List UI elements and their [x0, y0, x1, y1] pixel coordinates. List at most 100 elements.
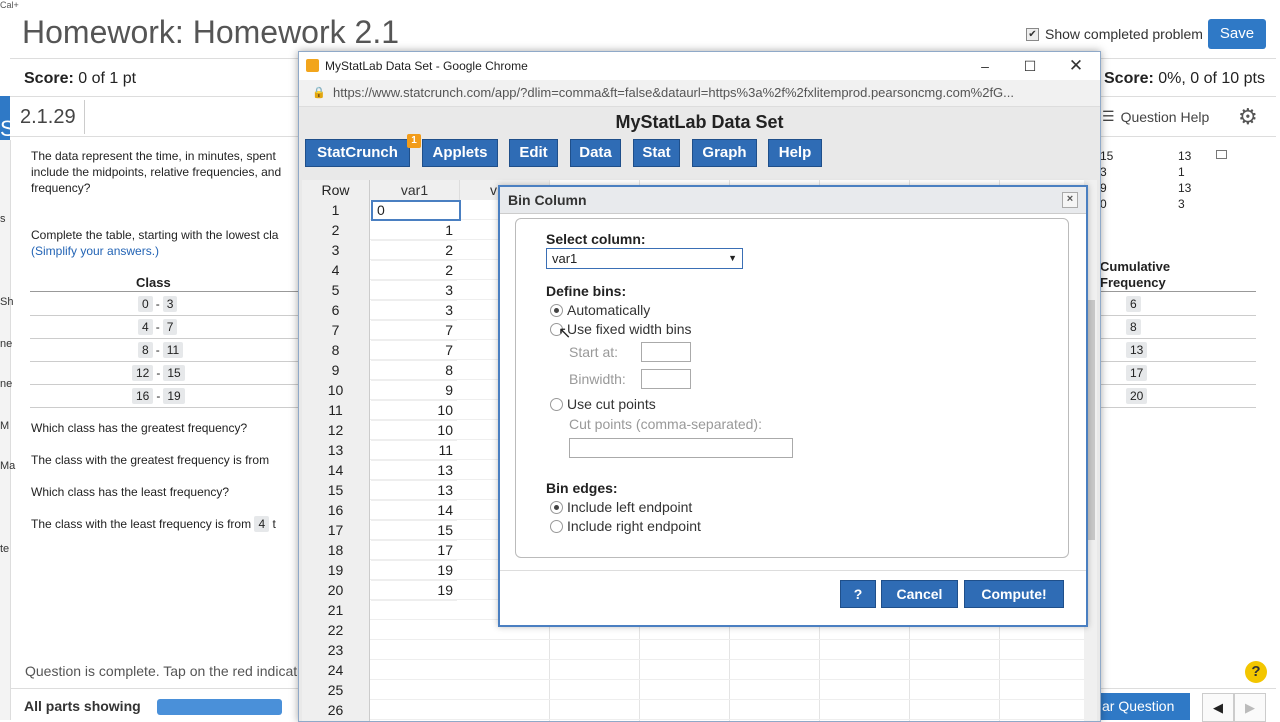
show-completed-label: Show completed problem: [1045, 26, 1203, 42]
class-high: 15: [163, 365, 185, 381]
table-row: 17: [1098, 361, 1256, 385]
row-number: 6: [331, 302, 340, 318]
strip-label: Sh: [0, 296, 14, 308]
class-high: 7: [162, 319, 178, 335]
menu-graph[interactable]: Graph: [692, 139, 757, 167]
row-number: 22: [327, 622, 344, 638]
cumulative-value: 17: [1126, 365, 1148, 381]
data-cell[interactable]: 19: [371, 580, 457, 601]
option-include-left[interactable]: Include left endpoint: [550, 499, 692, 515]
menu-statcrunch[interactable]: StatCrunch 1: [305, 134, 421, 167]
menu-stat[interactable]: Stat: [633, 139, 680, 167]
maximize-icon[interactable]: ☐: [1020, 56, 1040, 76]
score-value: 0%, 0 of 10 pts: [1158, 70, 1265, 87]
window-title: MyStatLab Data Set - Google Chrome: [325, 59, 528, 73]
column-header-var1[interactable]: var1: [370, 180, 460, 200]
grid-line: [370, 639, 1097, 640]
compute-button[interactable]: Compute!: [964, 580, 1064, 608]
homework-title: Homework: Homework 2.1: [22, 14, 399, 50]
data-cell[interactable]: 7: [371, 320, 457, 341]
notification-badge: 1: [407, 134, 421, 148]
option-cut-points[interactable]: Use cut points: [550, 396, 656, 412]
previous-icon[interactable]: ◀: [1202, 693, 1234, 722]
menu-data[interactable]: Data: [570, 139, 621, 167]
column-select[interactable]: var1 ▼: [546, 248, 743, 269]
data-cell[interactable]: 13: [371, 480, 457, 501]
data-cell[interactable]: 3: [371, 280, 457, 301]
data-cell[interactable]: 10: [371, 400, 457, 421]
row-number: 23: [327, 642, 344, 658]
data-cell[interactable]: 10: [371, 420, 457, 441]
table-row: 6: [1098, 292, 1256, 316]
table-row: 12-15: [30, 361, 298, 385]
expand-icon[interactable]: [1216, 150, 1227, 159]
grid-line: [370, 679, 1097, 680]
answer-least: The class with the least frequency is fr…: [31, 516, 276, 532]
data-cell[interactable]: 14: [371, 500, 457, 521]
help-button[interactable]: ?: [840, 580, 876, 608]
data-cell[interactable]: 7: [371, 340, 457, 361]
option-label: Include right endpoint: [567, 518, 701, 534]
grid-line: [370, 659, 1097, 660]
data-cell[interactable]: 0: [371, 200, 461, 221]
data-cell[interactable]: 2: [371, 240, 457, 261]
progress-bar: [157, 699, 282, 715]
show-completed-toggle[interactable]: ✔ Show completed problem: [1026, 26, 1203, 42]
data-cell[interactable]: 15: [371, 520, 457, 541]
option-label: Use cut points: [567, 396, 656, 412]
table-cell: 13: [1178, 149, 1192, 163]
data-cell[interactable]: 2: [371, 260, 457, 281]
table-row: 8: [1098, 315, 1256, 339]
row-number: 13: [327, 442, 344, 458]
select-column-label: Select column:: [546, 231, 646, 247]
binwidth-input[interactable]: [641, 369, 691, 389]
option-automatically[interactable]: Automatically: [550, 302, 650, 318]
question-least: Which class has the least frequency?: [31, 485, 230, 499]
row-number: 25: [327, 682, 344, 698]
save-button[interactable]: Save: [1208, 19, 1266, 49]
close-icon[interactable]: ✕: [1066, 56, 1086, 76]
bin-edges-label: Bin edges:: [546, 480, 618, 496]
menu-edit[interactable]: Edit: [509, 139, 558, 167]
data-cell[interactable]: 11: [371, 440, 457, 461]
address-bar[interactable]: 🔒 https://www.statcrunch.com/app/?dlim=c…: [299, 80, 1100, 107]
row-number: 24: [327, 662, 344, 678]
menu-help[interactable]: Help: [768, 139, 822, 167]
data-cell[interactable]: 3: [371, 300, 457, 321]
minimize-icon[interactable]: –: [975, 56, 995, 76]
cut-points-input[interactable]: [569, 438, 793, 458]
data-cell[interactable]: 13: [371, 460, 457, 481]
checkbox-icon[interactable]: ✔: [1026, 27, 1039, 41]
radio-icon[interactable]: [550, 303, 563, 317]
dialog-titlebar: Bin Column ×: [500, 187, 1086, 214]
option-include-right[interactable]: Include right endpoint: [550, 518, 701, 534]
data-cell[interactable]: 8: [371, 360, 457, 381]
radio-icon[interactable]: [550, 500, 563, 514]
radio-icon[interactable]: [550, 519, 563, 533]
row-number: 12: [327, 422, 344, 438]
data-cell[interactable]: 9: [371, 380, 457, 401]
start-at-input[interactable]: [641, 342, 691, 362]
menu-label: StatCrunch: [317, 144, 398, 161]
help-icon[interactable]: ?: [1245, 661, 1267, 683]
strip-label: te: [0, 543, 10, 555]
question-line: The data represent the time, in minutes,…: [31, 149, 276, 163]
radio-icon[interactable]: [550, 397, 563, 411]
close-icon[interactable]: ×: [1062, 192, 1078, 208]
strip-label: Ma: [0, 460, 16, 472]
clear-question-button[interactable]: ar Question: [1098, 693, 1190, 720]
next-icon[interactable]: ▶: [1234, 693, 1266, 722]
data-cell[interactable]: 1: [371, 220, 457, 241]
data-cell[interactable]: 19: [371, 560, 457, 581]
row-number: 17: [327, 522, 344, 538]
grid-line: [370, 699, 1097, 700]
lock-icon: 🔒: [312, 87, 326, 99]
binwidth-label: Binwidth:: [569, 371, 626, 387]
row-number: 10: [327, 382, 344, 398]
data-cell[interactable]: 17: [371, 540, 457, 561]
row-number: 1: [331, 202, 340, 218]
gear-icon[interactable]: ⚙: [1238, 104, 1258, 130]
question-help-button[interactable]: ☰ Question Help: [1102, 108, 1209, 125]
cancel-button[interactable]: Cancel: [881, 580, 958, 608]
menu-applets[interactable]: Applets: [422, 139, 498, 167]
